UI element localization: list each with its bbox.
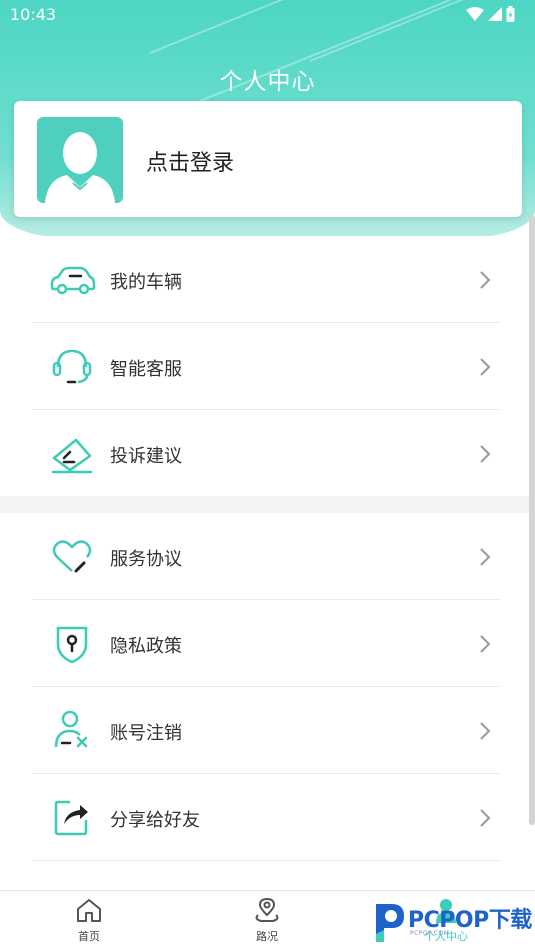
signal-icon (488, 7, 502, 21)
avatar (37, 117, 123, 203)
chevron-right-icon (480, 635, 491, 653)
home-icon (77, 899, 101, 922)
status-time: 10:43 (10, 5, 57, 24)
battery-icon (506, 6, 515, 22)
chevron-right-icon (480, 271, 491, 289)
chevron-right-icon (480, 722, 491, 740)
menu-item-service-agreement[interactable]: 服务协议 (0, 513, 535, 600)
menu-item-complaints[interactable]: 投诉建议 (0, 410, 535, 497)
menu-item-label: 分享给好友 (110, 810, 200, 831)
chevron-right-icon (480, 548, 491, 566)
nav-label: 路况 (256, 930, 278, 943)
chevron-right-icon (480, 809, 491, 827)
chevron-right-icon (480, 445, 491, 463)
menu-item-my-vehicle[interactable]: 我的车辆 (0, 236, 535, 323)
menu-item-label: 服务协议 (110, 549, 182, 570)
complaint-note-icon (52, 438, 92, 474)
login-label[interactable]: 点击登录 (146, 145, 234, 177)
status-bar: 10:43 (0, 0, 535, 30)
scrollbar[interactable] (529, 215, 535, 825)
pcpop-logo-icon (376, 904, 404, 942)
share-icon (54, 800, 88, 836)
menu-group-secondary: 服务协议 隐私政策 账号注销 分享给好友 (0, 513, 535, 861)
watermark-logo: PCPOP下载 PCPOP.COM (372, 898, 532, 946)
nav-label: 首页 (78, 930, 100, 943)
heart-pen-icon (52, 540, 92, 573)
nav-item-road-condition[interactable]: 路况 (227, 897, 307, 944)
headset-icon (52, 349, 92, 384)
menu-item-label: 智能客服 (110, 359, 182, 380)
profile-screen: 10:43 个人中心 点击登录 我的车辆 智能客服 投诉建议 服务协议 隐私政策… (0, 0, 535, 951)
menu-item-label: 隐私政策 (110, 636, 182, 657)
menu-item-privacy-policy[interactable]: 隐私政策 (0, 600, 535, 687)
menu-item-label: 账号注销 (110, 723, 182, 744)
menu-item-customer-service[interactable]: 智能客服 (0, 323, 535, 410)
page-title: 个人中心 (219, 69, 316, 95)
road-condition-icon (255, 897, 279, 922)
default-user-icon (45, 132, 115, 203)
watermark-subtext: PCPOP.COM (410, 930, 450, 937)
user-remove-icon (54, 710, 88, 748)
shield-lock-icon (56, 626, 88, 664)
car-icon (50, 266, 96, 295)
login-card[interactable]: 点击登录 (14, 101, 522, 217)
menu-group-primary: 我的车辆 智能客服 投诉建议 (0, 236, 535, 497)
nav-item-home[interactable]: 首页 (49, 897, 129, 944)
menu-item-account-deletion[interactable]: 账号注销 (0, 687, 535, 774)
menu-item-share[interactable]: 分享给好友 (0, 774, 535, 861)
chevron-right-icon (480, 358, 491, 376)
menu-item-label: 投诉建议 (110, 446, 182, 467)
section-gap (0, 496, 535, 513)
wifi-icon (466, 7, 484, 21)
menu-item-label: 我的车辆 (110, 272, 182, 293)
